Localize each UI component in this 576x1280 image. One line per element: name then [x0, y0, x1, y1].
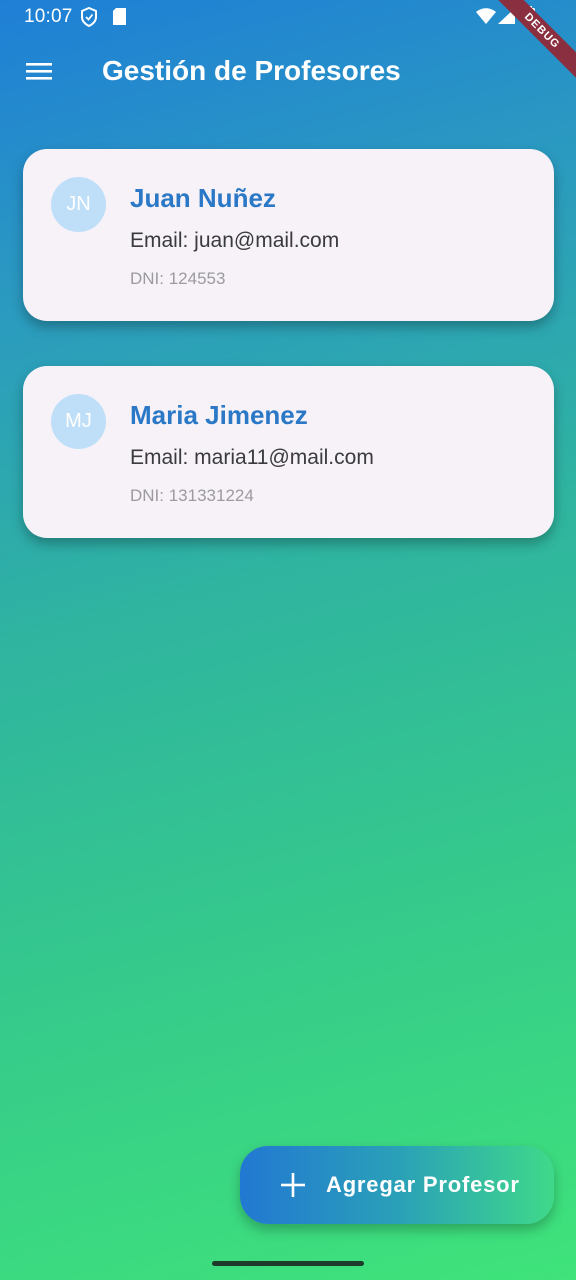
avatar: JN	[51, 177, 106, 232]
professor-name: Juan Nuñez	[130, 183, 276, 213]
menu-button[interactable]	[18, 52, 60, 94]
plus-icon	[280, 1172, 306, 1203]
add-professor-button[interactable]: Agregar Profesor	[240, 1146, 554, 1224]
battery-icon	[524, 6, 535, 31]
app-bar: Gestión de Profesores	[0, 40, 576, 106]
signal-icon	[498, 8, 516, 29]
professor-card[interactable]: MJ Maria Jimenez Email: maria11@mail.com…	[23, 366, 554, 538]
status-bar: 10:07	[0, 0, 576, 34]
professor-card[interactable]: JN Juan Nuñez Email: juan@mail.com DNI: …	[23, 149, 554, 321]
professor-dni: DNI: 124553	[130, 269, 226, 288]
add-professor-label: Agregar Profesor	[326, 1172, 520, 1197]
professor-dni: DNI: 131331224	[130, 486, 254, 505]
shield-icon	[80, 6, 98, 32]
page-title: Gestión de Profesores	[102, 55, 401, 86]
gesture-nav-bar[interactable]	[212, 1261, 364, 1266]
avatar: MJ	[51, 394, 106, 449]
status-time: 10:07	[24, 6, 73, 27]
professor-email: Email: juan@mail.com	[130, 229, 340, 252]
professor-name: Maria Jimenez	[130, 400, 308, 430]
sd-card-icon	[112, 7, 127, 31]
menu-icon	[26, 61, 52, 86]
wifi-icon	[476, 8, 496, 29]
professor-email: Email: maria11@mail.com	[130, 446, 374, 469]
